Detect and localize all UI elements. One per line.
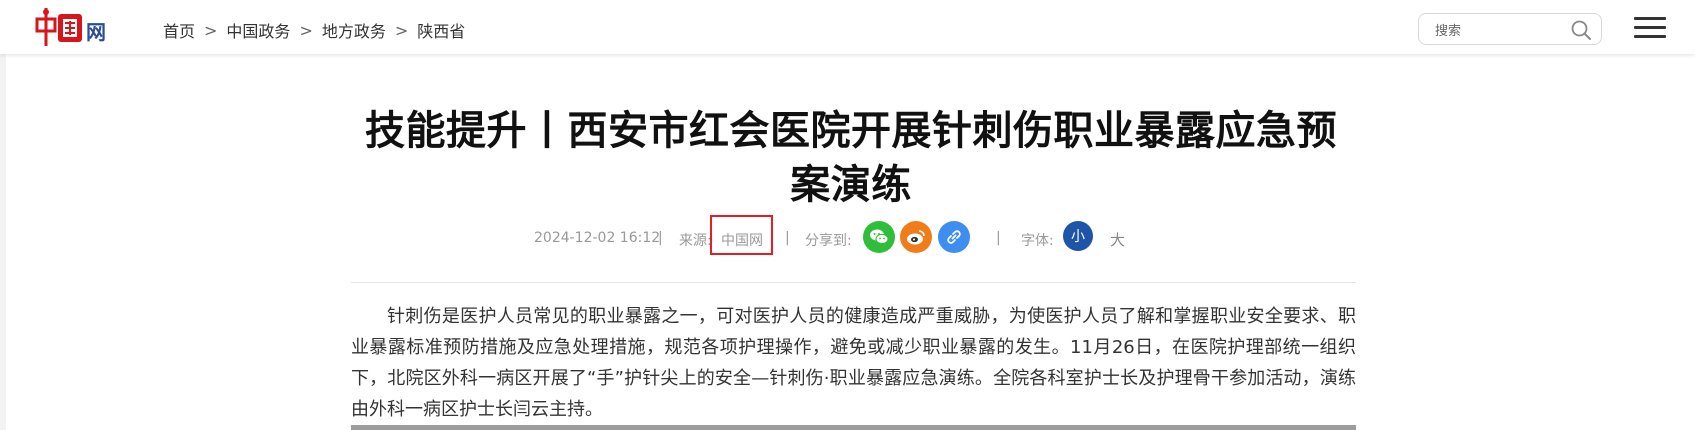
- search-box: [1418, 13, 1602, 45]
- article-container: 技能提升丨西安市红会医院开展针刺伤职业暴露应急预案演练 2024-12-02 1…: [6, 54, 1695, 430]
- breadcrumb-separator: >: [394, 20, 409, 40]
- meta-separator: |: [785, 230, 790, 246]
- font-large-button[interactable]: 大: [1110, 229, 1125, 250]
- top-navigation-bar: 网 首页 > 中国政务 > 地方政务 > 陕西省: [0, 0, 1695, 54]
- link-icon[interactable]: [938, 221, 970, 253]
- weibo-icon[interactable]: [900, 221, 932, 253]
- search-input[interactable]: [1433, 20, 1567, 42]
- font-small-button[interactable]: 小: [1063, 221, 1093, 251]
- publish-date: 2024-12-02 16:12: [534, 230, 661, 246]
- divider: [351, 282, 1356, 283]
- article-meta: 2024-12-02 16:12 | 来源: 中国网 | 分享到: | 字体: …: [6, 215, 1695, 255]
- wechat-icon[interactable]: [863, 221, 895, 253]
- font-size-label: 字体:: [1021, 233, 1054, 249]
- breadcrumb-home[interactable]: 首页: [163, 18, 195, 42]
- article-body-paragraph: 针刺伤是医护人员常见的职业暴露之一，可对医护人员的健康造成严重威胁，为使医护人员…: [351, 306, 1356, 420]
- breadcrumb-local-government[interactable]: 地方政务: [322, 18, 386, 42]
- article-title: 技能提升丨西安市红会医院开展针刺伤职业暴露应急预案演练: [365, 108, 1337, 208]
- share-label: 分享到:: [805, 233, 852, 249]
- source-highlight-box: [710, 215, 773, 255]
- search-icon[interactable]: [1570, 19, 1592, 41]
- breadcrumb-china-government[interactable]: 中国政务: [226, 18, 290, 42]
- breadcrumb-separator: >: [299, 20, 313, 40]
- source-label: 来源:: [679, 233, 712, 249]
- meta-separator: |: [996, 230, 1001, 246]
- breadcrumb-separator: >: [204, 20, 218, 40]
- breadcrumb-shaanxi[interactable]: 陕西省: [417, 18, 465, 42]
- article-image: [351, 425, 1356, 430]
- svg-text:网: 网: [86, 20, 106, 44]
- hamburger-menu-icon[interactable]: [1634, 17, 1666, 39]
- breadcrumb: 首页 > 中国政务 > 地方政务 > 陕西省: [163, 18, 465, 42]
- china-net-logo[interactable]: 网: [34, 6, 116, 48]
- meta-separator: |: [658, 230, 663, 246]
